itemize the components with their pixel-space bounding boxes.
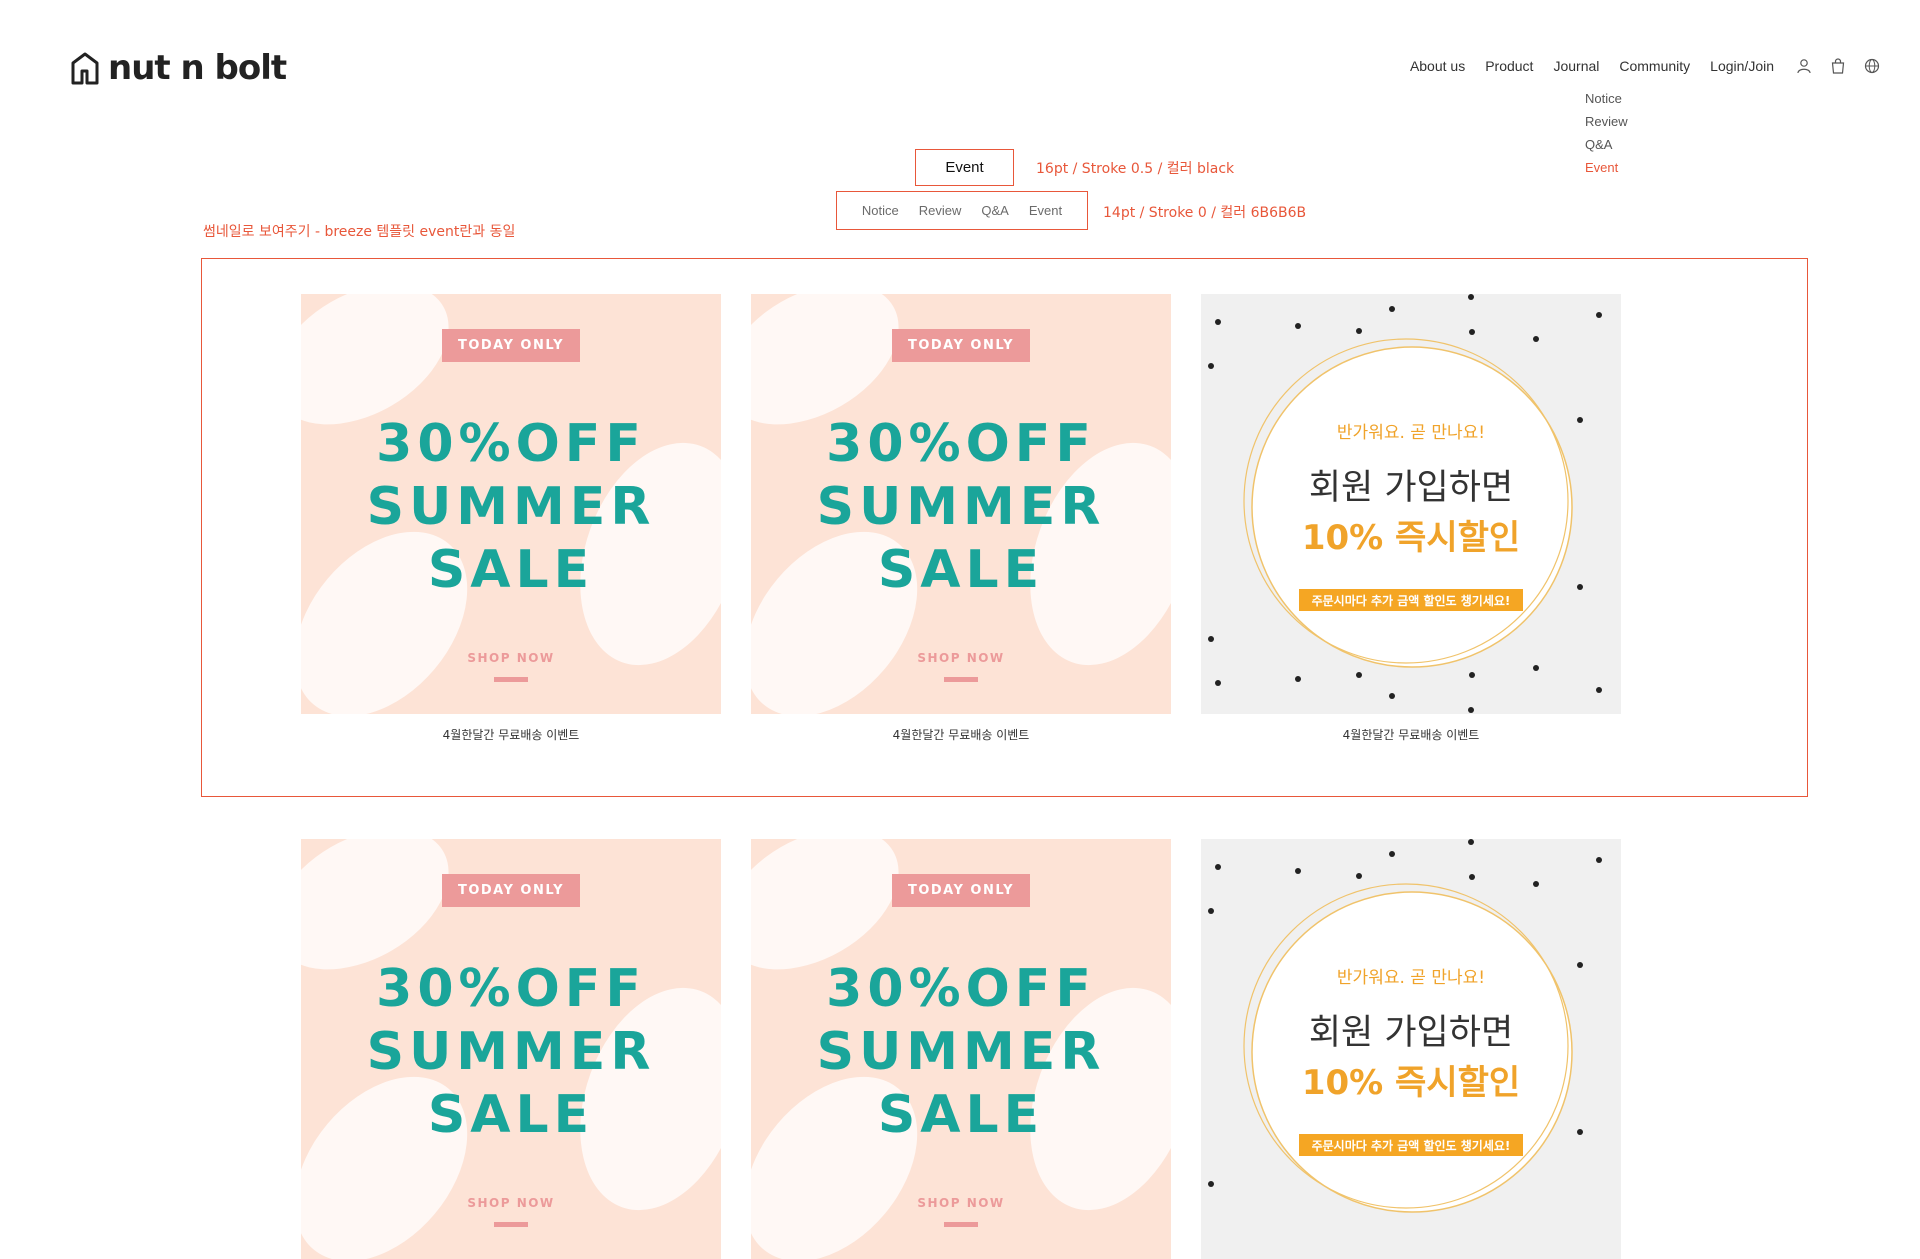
nav-community[interactable]: Community bbox=[1619, 58, 1690, 74]
event-caption: 4월한달간 무료배송 이벤트 bbox=[1342, 728, 1480, 742]
tab-event[interactable]: Event bbox=[1029, 203, 1062, 218]
nav-login[interactable]: Login/Join bbox=[1710, 58, 1774, 74]
tab-notice[interactable]: Notice bbox=[862, 203, 899, 218]
shop-now-underline bbox=[944, 677, 978, 682]
page-title: Event bbox=[945, 159, 984, 176]
shop-now-underline bbox=[494, 1222, 528, 1227]
event-card[interactable]: 반가워요. 곧 만나요! 회원 가입하면 10% 즉시할인 주문시마다 추가 금… bbox=[1201, 839, 1621, 1259]
submenu-item-notice[interactable]: Notice bbox=[1585, 87, 1628, 110]
sale-headline-1: 30%OFF bbox=[826, 959, 1096, 1019]
shop-now-label: SHOP NOW bbox=[917, 1196, 1005, 1210]
member-discount: 10% 즉시할인 bbox=[1301, 518, 1521, 558]
sale-headline-2: SUMMER bbox=[816, 477, 1106, 537]
shop-now-label: SHOP NOW bbox=[467, 651, 555, 665]
brand-logo[interactable]: nut n bolt bbox=[70, 48, 287, 88]
event-thumbnail: 반가워요. 곧 만나요! 회원 가입하면 10% 즉시할인 주문시마다 추가 금… bbox=[1201, 294, 1621, 714]
submenu-item-qna[interactable]: Q&A bbox=[1585, 133, 1628, 156]
submenu-item-review[interactable]: Review bbox=[1585, 110, 1628, 133]
user-icon[interactable] bbox=[1796, 58, 1812, 74]
shop-now-label: SHOP NOW bbox=[917, 651, 1005, 665]
sale-headline-1: 30%OFF bbox=[376, 414, 646, 474]
house-logo-icon bbox=[70, 51, 100, 85]
sale-headline-3: SALE bbox=[427, 540, 595, 600]
shop-now-underline bbox=[494, 677, 528, 682]
shop-now-underline bbox=[944, 1222, 978, 1227]
event-thumbnail: TODAY ONLY 30%OFF SUMMER SALE SHOP NOW bbox=[751, 294, 1171, 714]
member-headline: 회원 가입하면 bbox=[1308, 468, 1514, 508]
tab-review[interactable]: Review bbox=[919, 203, 962, 218]
community-submenu: Notice Review Q&A Event bbox=[1585, 87, 1628, 179]
member-discount: 10% 즉시할인 bbox=[1301, 1063, 1521, 1103]
member-greeting: 반가워요. 곧 만나요! bbox=[1336, 968, 1486, 988]
event-thumbnail: 반가워요. 곧 만나요! 회원 가입하면 10% 즉시할인 주문시마다 추가 금… bbox=[1201, 839, 1621, 1259]
sale-headline-2: SUMMER bbox=[366, 477, 656, 537]
nav-product[interactable]: Product bbox=[1485, 58, 1533, 74]
event-caption: 4월한달간 무료배송 이벤트 bbox=[892, 728, 1030, 742]
tab-qna[interactable]: Q&A bbox=[981, 203, 1008, 218]
sale-headline-3: SALE bbox=[427, 1085, 595, 1145]
event-card[interactable]: TODAY ONLY 30%OFF SUMMER SALE SHOP NOW bbox=[751, 839, 1171, 1259]
event-caption: 4월한달간 무료배송 이벤트 bbox=[442, 728, 580, 742]
page-title-box: Event bbox=[915, 149, 1014, 186]
tabs-spec-note: 14pt / Stroke 0 / 컬러 6B6B6B bbox=[1103, 205, 1307, 221]
today-only-badge: TODAY ONLY bbox=[442, 329, 580, 362]
event-card[interactable]: TODAY ONLY 30%OFF SUMMER SALE SHOP NOW 4… bbox=[751, 294, 1171, 743]
today-only-badge: TODAY ONLY bbox=[892, 874, 1030, 907]
main-nav: About us Product Journal Community Login… bbox=[1390, 58, 1880, 74]
nav-about[interactable]: About us bbox=[1410, 58, 1465, 74]
sale-headline-1: 30%OFF bbox=[826, 414, 1096, 474]
submenu-item-event[interactable]: Event bbox=[1585, 156, 1628, 179]
thumbnail-note: 썸네일로 보여주기 - breeze 템플릿 event란과 동일 bbox=[203, 224, 516, 240]
event-thumbnail: TODAY ONLY 30%OFF SUMMER SALE SHOP NOW bbox=[751, 839, 1171, 1259]
today-only-badge: TODAY ONLY bbox=[442, 874, 580, 907]
member-subtext: 주문시마다 추가 금액 할인도 챙기세요! bbox=[1299, 1134, 1523, 1156]
today-only-badge: TODAY ONLY bbox=[892, 329, 1030, 362]
sale-headline-2: SUMMER bbox=[366, 1022, 656, 1082]
event-thumbnail: TODAY ONLY 30%OFF SUMMER SALE SHOP NOW bbox=[301, 839, 721, 1259]
sale-headline-1: 30%OFF bbox=[376, 959, 646, 1019]
brand-name: nut n bolt bbox=[108, 48, 287, 88]
sale-headline-3: SALE bbox=[877, 1085, 1045, 1145]
shop-now-label: SHOP NOW bbox=[467, 1196, 555, 1210]
member-subtext: 주문시마다 추가 금액 할인도 챙기세요! bbox=[1299, 589, 1523, 611]
community-tabs: Notice Review Q&A Event bbox=[836, 191, 1088, 230]
globe-icon[interactable] bbox=[1864, 58, 1880, 74]
member-headline: 회원 가입하면 bbox=[1308, 1013, 1514, 1053]
event-thumbnail: TODAY ONLY 30%OFF SUMMER SALE SHOP NOW bbox=[301, 294, 721, 714]
sale-headline-3: SALE bbox=[877, 540, 1045, 600]
sale-headline-2: SUMMER bbox=[816, 1022, 1106, 1082]
event-card[interactable]: 반가워요. 곧 만나요! 회원 가입하면 10% 즉시할인 주문시마다 추가 금… bbox=[1201, 294, 1621, 743]
event-card[interactable]: TODAY ONLY 30%OFF SUMMER SALE SHOP NOW bbox=[301, 839, 721, 1259]
member-greeting: 반가워요. 곧 만나요! bbox=[1336, 423, 1486, 443]
nav-icon-group bbox=[1796, 58, 1880, 74]
event-card[interactable]: TODAY ONLY 30%OFF SUMMER SALE SHOP NOW 4… bbox=[301, 294, 721, 743]
nav-journal[interactable]: Journal bbox=[1553, 58, 1599, 74]
title-spec-note: 16pt / Stroke 0.5 / 컬러 black bbox=[1036, 161, 1235, 177]
bag-icon[interactable] bbox=[1830, 58, 1846, 74]
